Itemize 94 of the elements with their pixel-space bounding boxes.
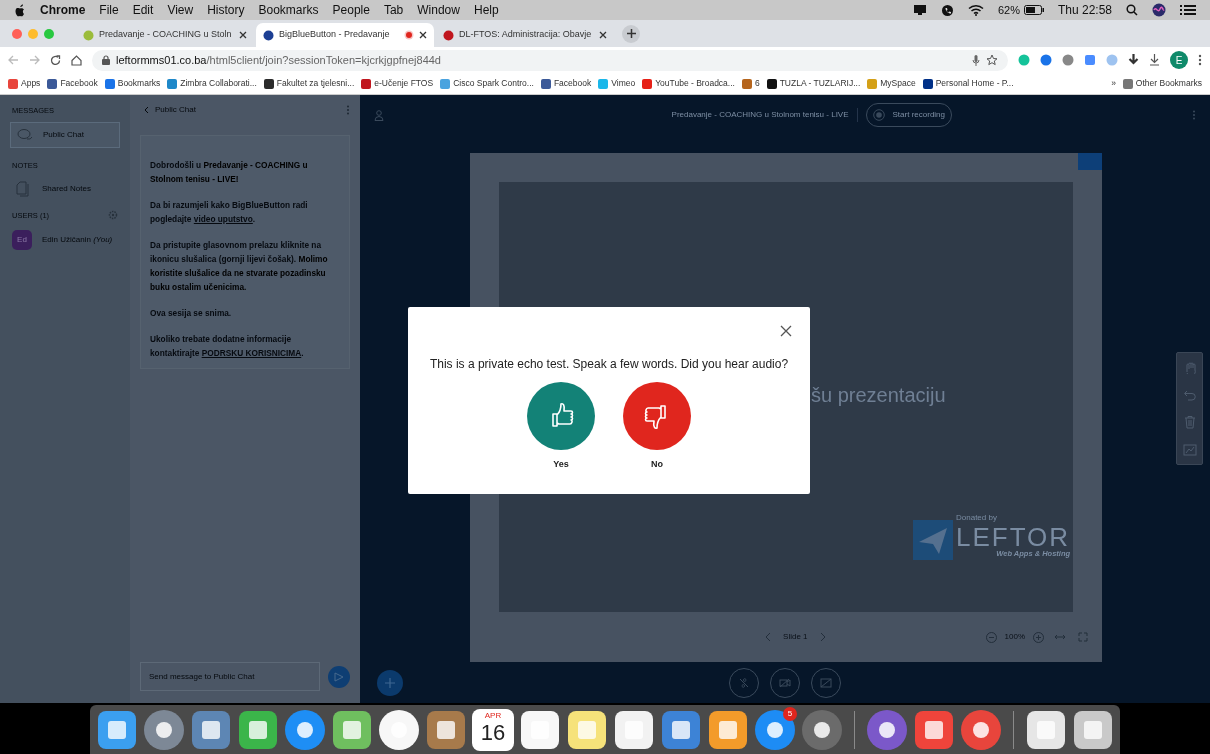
send-icon (334, 671, 345, 682)
logo-caption: Donated by (956, 514, 998, 523)
bookmark-item[interactable]: MySpace (867, 77, 916, 90)
answer-option[interactable]: No (623, 382, 691, 472)
home-icon[interactable] (71, 54, 82, 66)
record-icon (872, 109, 885, 121)
extension-icon[interactable] (1040, 54, 1052, 66)
bookmark-item[interactable]: Vimeo (598, 77, 636, 90)
reload-icon[interactable] (50, 54, 61, 66)
plus-icon (626, 29, 636, 38)
bookmark-item[interactable]: Fakultet za tjelesni... (263, 77, 355, 90)
bookmark-item[interactable]: Other Bookmarks (1122, 77, 1202, 90)
address-bar[interactable]: leftormms01.co.ba/html5client/join?sessionToken=kjcrkjgpfnej844d (92, 49, 1008, 71)
plus-icon (385, 678, 395, 688)
close-icon[interactable] (239, 31, 247, 39)
answer-option[interactable]: Yes (527, 382, 595, 472)
battery-percentage: 62% (997, 2, 1020, 18)
tab-title: BigBlueButton - Predavanje (279, 28, 391, 42)
message-paragraph: Da pristupite glasovnom prelazu kliknite na ikonicu slušalica (gornji lijevi čošak). Molimo koristite slušalice da ne stvarate pozadinsku buku ostalim učenicima. (150, 239, 329, 294)
extension-icon[interactable] (1062, 54, 1074, 66)
message-input[interactable]: Send message to Public Chat (140, 662, 321, 691)
bookmark-item[interactable]: 6 (741, 77, 760, 90)
bookmark-item[interactable]: Facebook (540, 77, 592, 90)
download-arrow-icon[interactable] (1128, 54, 1139, 66)
menu-item[interactable]: Tab (383, 1, 404, 19)
chat-bubbles-icon (17, 128, 33, 143)
menu-item[interactable]: View (167, 1, 194, 19)
download-icon[interactable] (1149, 54, 1160, 66)
logo-wordmark: LEFTOR (956, 524, 1071, 551)
browser-tab[interactable]: BigBlueButton - Predavanje (256, 23, 434, 47)
bookmark-item[interactable]: Zimbra Collaborati... (167, 77, 257, 90)
bookmark-item[interactable]: Facebook (47, 77, 98, 90)
bookmark-item[interactable]: Apps (8, 77, 41, 90)
monitor-icon[interactable] (912, 4, 927, 16)
app-menu[interactable]: Chrome (40, 1, 86, 19)
search-icon[interactable] (1126, 4, 1138, 16)
back-chevron-icon[interactable] (144, 106, 149, 114)
recording-dot-icon (404, 30, 414, 40)
tab-title: Predavanje - COACHING u Stoln (99, 28, 233, 42)
favicon-icon (443, 29, 454, 41)
tab-title: DL-FTOS: Administracija: Obavje (459, 28, 593, 42)
new-tab-button[interactable] (622, 24, 640, 43)
slide-text: šu prezentaciju (811, 383, 946, 408)
bookmark-item[interactable]: Personal Home - P... (922, 77, 1014, 90)
bookmark-item[interactable]: TUZLA - TUZLARIJ... (766, 77, 861, 90)
menu-item[interactable]: People (332, 1, 370, 19)
more-bookmarks-button[interactable]: » (1111, 77, 1116, 90)
lock-icon (102, 55, 110, 65)
user-avatar: Ed (12, 229, 32, 250)
calendar-app-icon[interactable]: APR 16 (472, 708, 514, 751)
meeting-title: Predavanje - COACHING u Stolnom tenisu - LIVE (671, 109, 849, 121)
close-icon[interactable] (419, 31, 427, 39)
favicon-icon (83, 29, 94, 41)
menu-item[interactable]: Window (417, 1, 460, 19)
bookmark-item[interactable]: Cisco Spark Contro... (440, 77, 534, 90)
paper-plane-logo-icon (913, 520, 953, 560)
battery-icon[interactable] (1023, 5, 1044, 15)
microphone-icon[interactable] (972, 54, 980, 66)
favicon-icon (263, 29, 274, 41)
calendar-month: APR (484, 711, 502, 720)
message-paragraph: Da bi razumjeli kako BigBlueButton radi pogledajte video uputstvo. (150, 199, 309, 226)
screen-off-icon (819, 675, 833, 690)
star-icon[interactable] (986, 54, 998, 66)
bookmark-item[interactable]: Bookmarks (104, 77, 161, 90)
url-text: leftormms01.co.ba/html5client/join?sessionToken=kjcrkjgpfnej844d (116, 52, 442, 68)
more-options-icon[interactable] (1198, 54, 1202, 66)
menu-item[interactable]: Help (473, 1, 499, 19)
menu-item[interactable]: Bookmarks (258, 1, 319, 19)
menu-item[interactable]: Edit (132, 1, 154, 19)
list-icon[interactable] (1180, 4, 1196, 16)
notification-badge: 5 (783, 706, 797, 721)
close-icon[interactable] (780, 325, 792, 337)
menu-item[interactable]: File (99, 1, 119, 19)
muted-audio-icon (737, 675, 751, 690)
close-icon[interactable] (599, 31, 607, 39)
calendar-day: 16 (480, 721, 506, 744)
extension-icon[interactable] (1084, 54, 1096, 66)
message-paragraph: Dobrodošli u Predavanje - COACHING u Stolnom tenisu - LIVE! (150, 159, 309, 186)
bookmark-item[interactable]: e-Učenje FTOS (361, 77, 434, 90)
answer-label: No (651, 458, 663, 471)
apple-icon[interactable] (14, 3, 26, 17)
chat-title: Public Chat (155, 104, 197, 116)
wifi-icon[interactable] (967, 4, 984, 16)
message-paragraph: Ova sesija se snima. (150, 307, 233, 320)
answer-label: Yes (553, 458, 569, 471)
dialog-question: This is a private echo test. Speak a few words. Did you hear audio? (429, 356, 789, 373)
profile-avatar[interactable]: E (1170, 51, 1188, 69)
clock[interactable]: Thu 22:58 (1057, 1, 1112, 19)
user-name: Edin Užičanin (You) (42, 233, 113, 246)
user-list-item[interactable]: Ed Edin Užičanin (You) (12, 226, 118, 253)
menu-item[interactable]: History (207, 1, 245, 19)
siri-icon[interactable] (1152, 3, 1166, 17)
bookmark-item[interactable]: YouTube - Broadca... (642, 77, 735, 90)
message-paragraph: Ukoliko trebate dodatne informacije kontaktirajte PODRSKU KORISNICIMA. (150, 333, 305, 360)
